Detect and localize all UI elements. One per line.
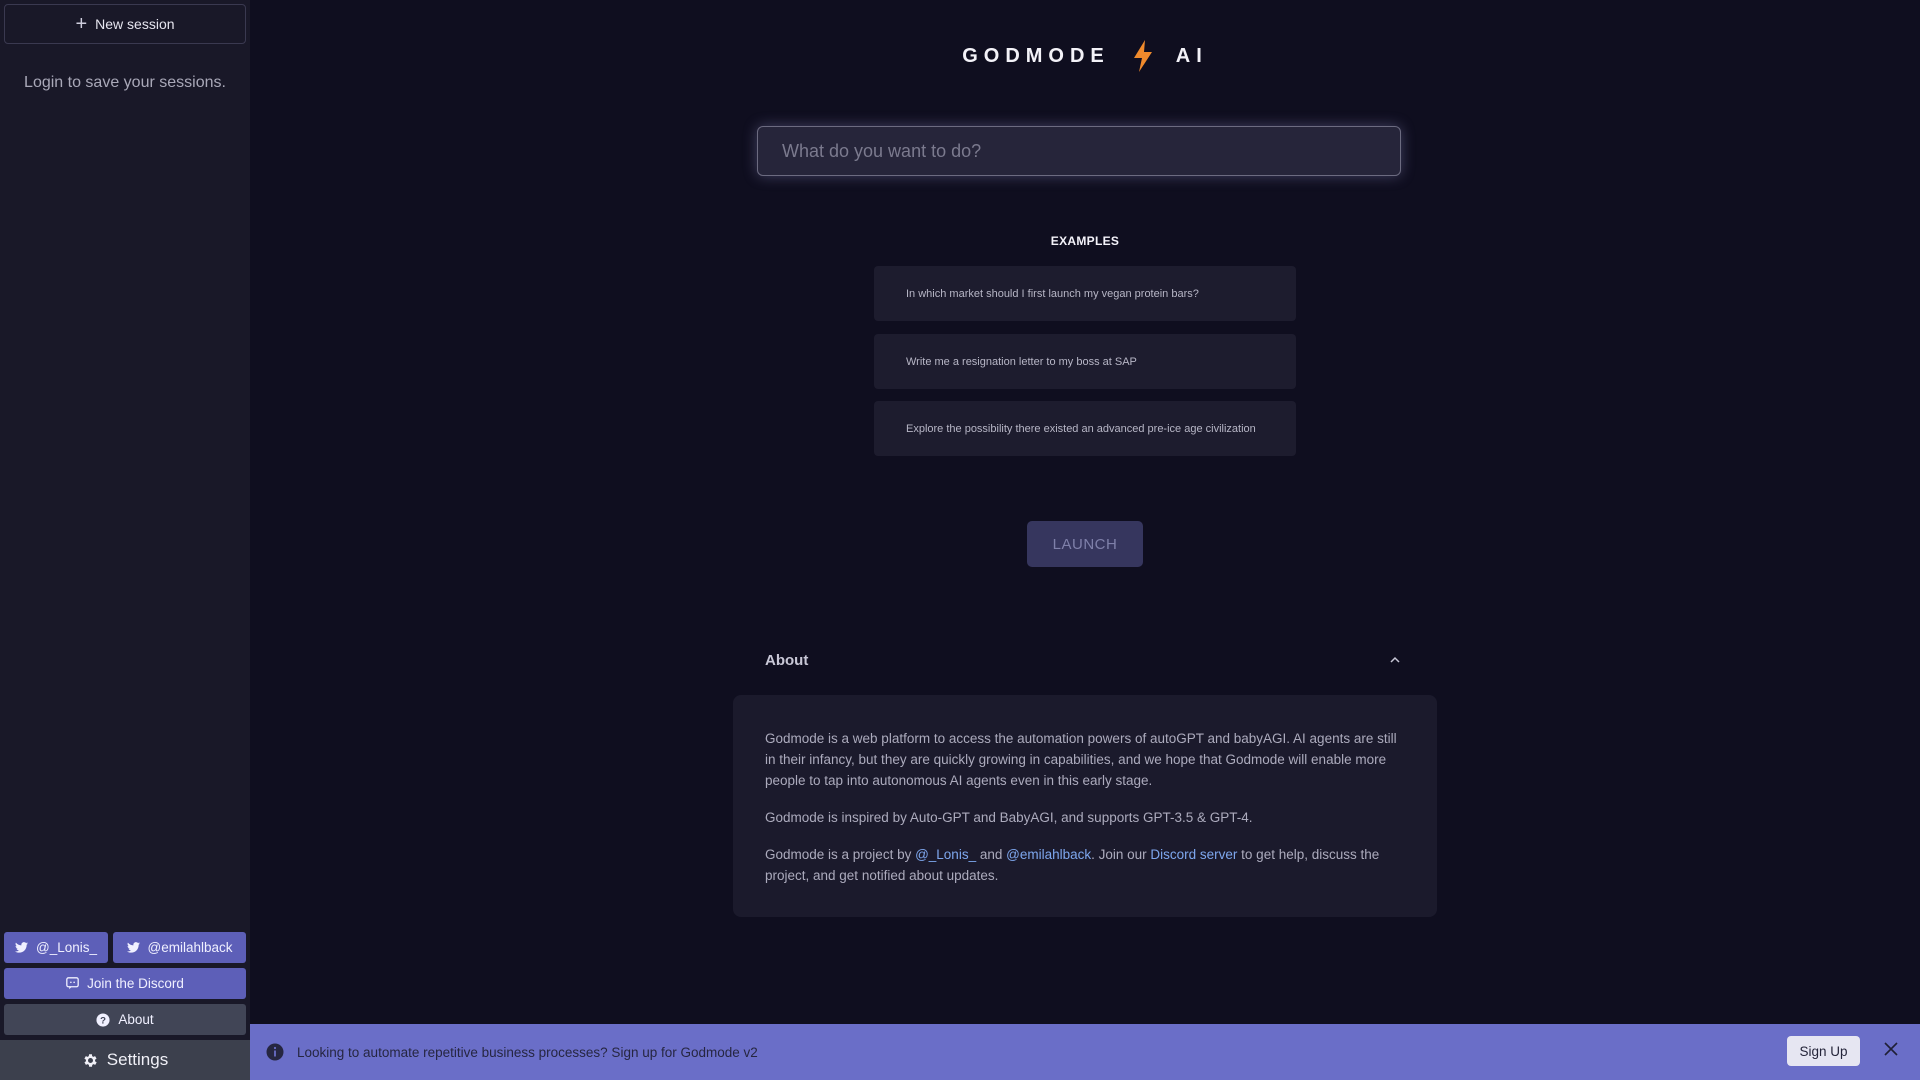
login-note: Login to save your sessions. <box>24 74 226 91</box>
twitter-emilahlback-button[interactable]: @emilahlback <box>113 932 246 963</box>
sidebar: + New session Login to save your session… <box>0 0 250 1080</box>
about-paragraph-2: Godmode is inspired by Auto-GPT and Baby… <box>765 810 1253 825</box>
join-discord-button[interactable]: Join the Discord <box>4 968 246 999</box>
about-text: Godmode is a project by <box>765 847 916 862</box>
brand-text-right: AI <box>1175 44 1208 67</box>
about-title: About <box>765 651 809 669</box>
twitter-lonis-label: @_Lonis_ <box>36 940 97 955</box>
discord-server-link[interactable]: Discord server <box>1150 847 1237 862</box>
twitter-icon <box>126 942 140 953</box>
emilahlback-link[interactable]: @emilahlback <box>1006 847 1091 862</box>
gear-icon <box>84 1053 97 1067</box>
sign-up-button[interactable]: Sign Up <box>1787 1036 1860 1066</box>
new-session-label: New session <box>95 16 175 32</box>
join-discord-label: Join the Discord <box>87 976 184 991</box>
about-paragraph-1: Godmode is a web platform to access the … <box>765 731 1397 788</box>
twitter-emilahlback-label: @emilahlback <box>147 940 233 955</box>
brand-logo: GODMODE AI <box>250 40 1920 72</box>
example-item[interactable]: In which market should I first launch my… <box>874 266 1296 321</box>
svg-text:?: ? <box>100 1015 106 1026</box>
about-accordion-header[interactable]: About <box>765 648 1401 672</box>
about-text: and <box>976 847 1007 862</box>
plus-icon: + <box>75 13 88 35</box>
info-icon <box>266 1043 284 1061</box>
about-paragraph-3: Godmode is a project by @_Lonis_ and @em… <box>765 844 1405 886</box>
about-label: About <box>118 1012 154 1027</box>
question-circle-icon: ? <box>96 1012 110 1027</box>
discord-icon <box>66 977 79 990</box>
about-button[interactable]: ? About <box>4 1004 246 1035</box>
twitter-icon <box>15 942 28 953</box>
close-icon[interactable] <box>1884 1042 1898 1056</box>
example-item[interactable]: Explore the possibility there existed an… <box>874 401 1296 456</box>
about-text: . Join our <box>1091 847 1151 862</box>
twitter-lonis-button[interactable]: @_Lonis_ <box>4 932 108 963</box>
app-root: + New session Login to save your session… <box>0 0 1920 1080</box>
example-item[interactable]: Write me a resignation letter to my boss… <box>874 334 1296 389</box>
launch-button[interactable]: LAUNCH <box>1027 521 1143 567</box>
goal-input[interactable] <box>757 126 1401 176</box>
chevron-up-icon <box>1390 656 1400 663</box>
brand-text-left: GODMODE <box>962 44 1110 67</box>
promo-banner: Looking to automate repetitive business … <box>250 1024 1920 1080</box>
about-content: Godmode is a web platform to access the … <box>733 695 1437 917</box>
lightning-bolt-icon <box>1133 40 1152 72</box>
settings-button[interactable]: Settings <box>0 1040 250 1080</box>
lonis-link[interactable]: @_Lonis_ <box>915 847 976 862</box>
new-session-button[interactable]: + New session <box>4 4 246 44</box>
settings-label: Settings <box>106 1050 169 1069</box>
banner-message: Looking to automate repetitive business … <box>297 1044 758 1060</box>
examples-title: EXAMPLES <box>1050 234 1120 248</box>
